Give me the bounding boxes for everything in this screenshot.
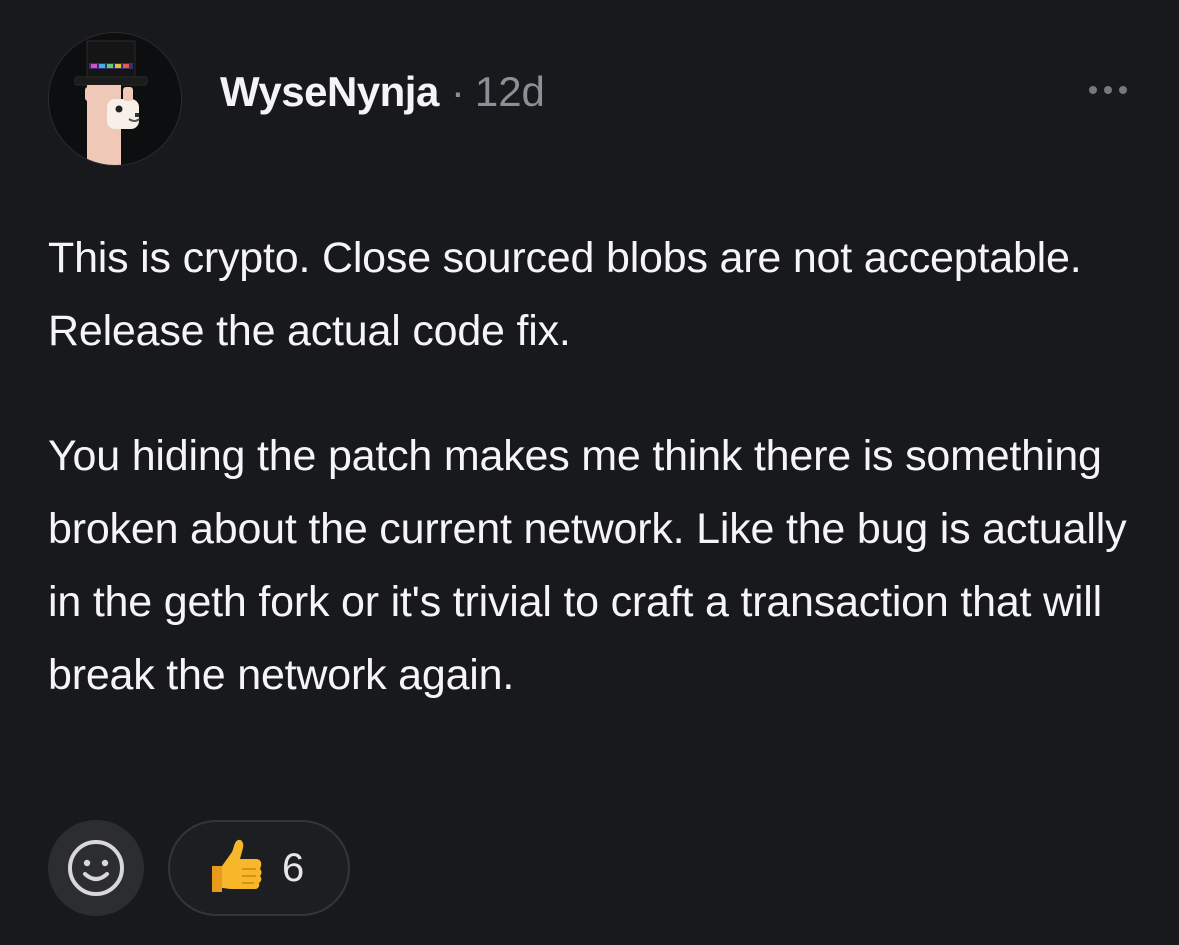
- avatar[interactable]: [48, 32, 182, 166]
- more-dot: [1104, 86, 1112, 94]
- comment-header: WyseNynja · 12d: [220, 68, 545, 124]
- reaction-count: 6: [282, 845, 305, 890]
- meta-separator: ·: [450, 68, 465, 115]
- more-dot: [1119, 86, 1127, 94]
- comment-paragraph: This is crypto. Close sourced blobs are …: [48, 234, 1082, 355]
- smiley-face-icon: [68, 840, 124, 896]
- comment-paragraph: You hiding the patch makes me think ther…: [48, 432, 1127, 699]
- thumbs-up-icon: [212, 839, 262, 892]
- add-reaction-button[interactable]: [48, 820, 144, 916]
- comment-age: 12d: [474, 68, 545, 115]
- comment-body: This is crypto. Close sourced blobs are …: [48, 222, 1138, 712]
- thumbs-up-reaction[interactable]: 6: [168, 820, 350, 916]
- more-horizontal-icon: [1089, 86, 1097, 94]
- author-name[interactable]: WyseNynja: [220, 68, 439, 116]
- llama-top-hat-avatar-icon: [49, 33, 181, 165]
- more-options-button[interactable]: [1076, 70, 1140, 110]
- reaction-bar: 6: [48, 820, 350, 916]
- comment-card: WyseNynja · 12d This is crypto. Close so…: [0, 0, 1179, 945]
